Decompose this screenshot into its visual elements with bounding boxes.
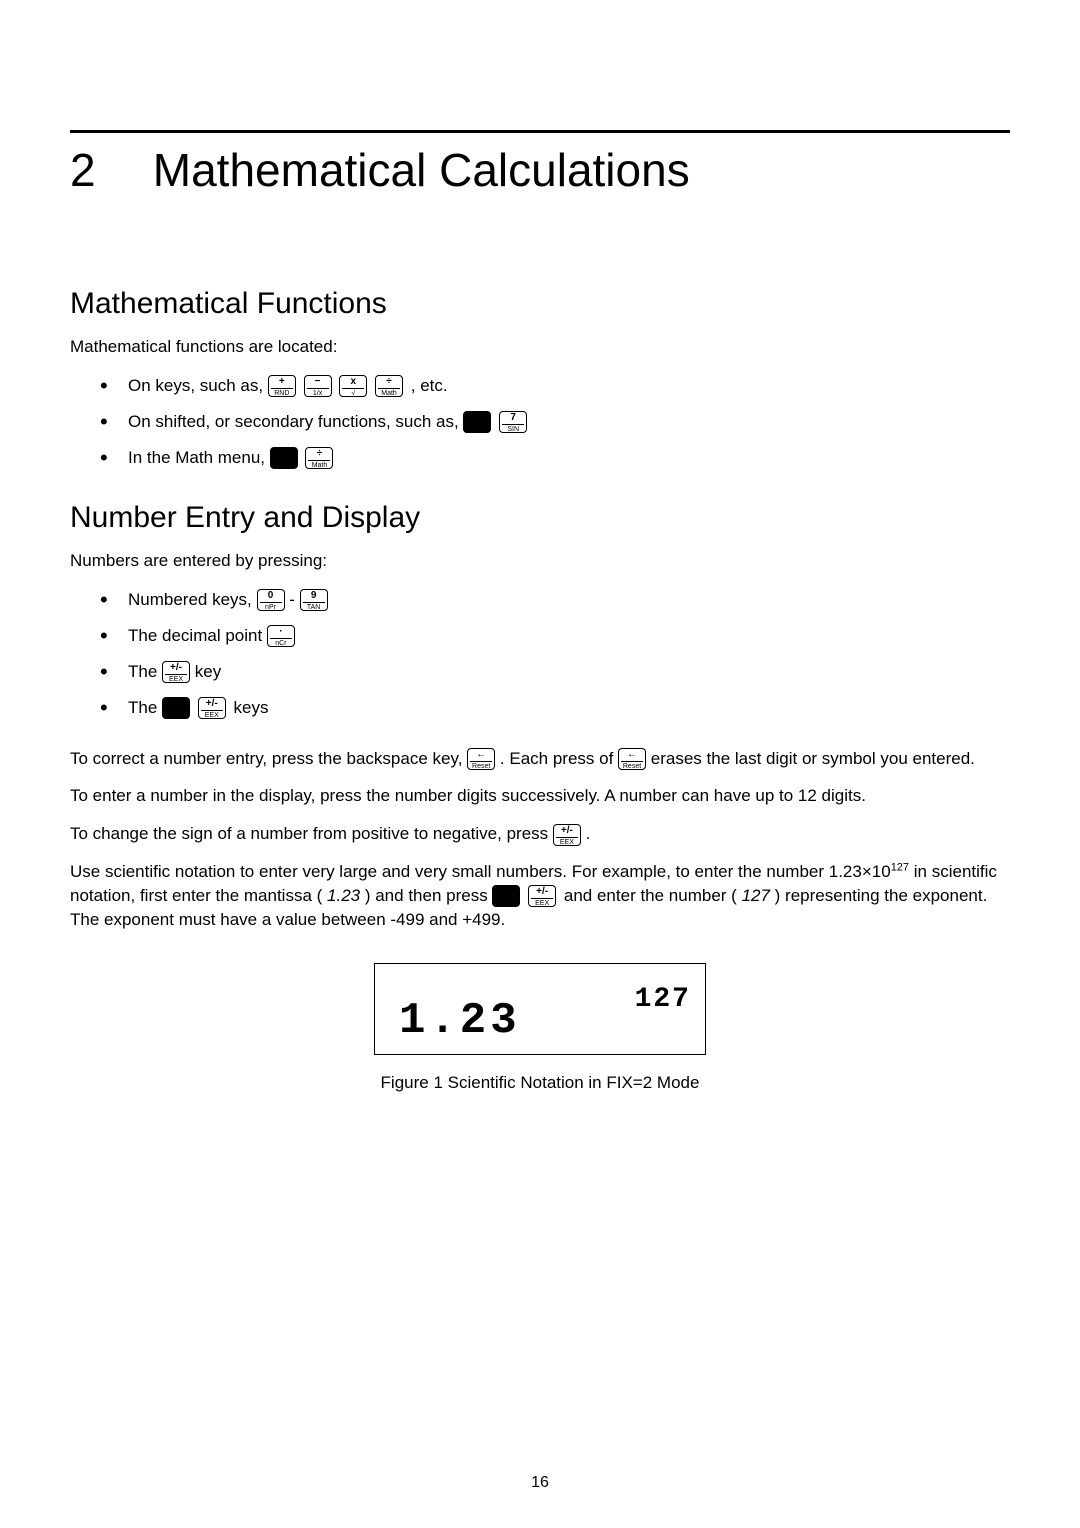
list-item: On keys, such as, +RND −1/x x√ ÷Math , e… [100, 373, 1010, 399]
lcd-exponent: 127 [635, 984, 691, 1015]
top-rule [70, 130, 1010, 133]
key-eex: +/-EEX [528, 885, 556, 907]
list-item: Numbered keys, 0nPr - 9TAN [100, 587, 1010, 613]
paragraph-scientific: Use scientific notation to enter very la… [70, 860, 1010, 931]
list-item: The +/-EEX key [100, 659, 1010, 685]
key-shift [270, 447, 298, 469]
key-nine: 9TAN [300, 589, 328, 611]
section2-intro: Numbers are entered by pressing: [70, 549, 1010, 573]
key-div-math: ÷Math [305, 447, 333, 469]
section1-intro: Mathematical functions are located: [70, 335, 1010, 359]
chapter-heading: 2 Mathematical Calculations [70, 143, 1010, 197]
key-minus: −1/x [304, 375, 332, 397]
key-backspace: ←Reset [618, 748, 646, 770]
list-number-entry: Numbered keys, 0nPr - 9TAN The decimal p… [70, 587, 1010, 721]
key-shift [492, 885, 520, 907]
key-zero: 0nPr [257, 589, 285, 611]
list-math-functions: On keys, such as, +RND −1/x x√ ÷Math , e… [70, 373, 1010, 471]
key-decimal: ·nCr [267, 625, 295, 647]
key-plus-minus: +/-EEX [162, 661, 190, 683]
lcd-display: 1.23 127 [374, 963, 706, 1055]
lcd-mantissa: 1.23 [399, 996, 521, 1046]
key-backspace: ←Reset [467, 748, 495, 770]
sci-number: 1.23×10127 [829, 862, 914, 881]
paragraph-sign: To change the sign of a number from posi… [70, 822, 1010, 846]
section-math-functions: Mathematical Functions [70, 287, 1010, 321]
key-plus-minus: +/-EEX [553, 824, 581, 846]
list-item: The +/-EEX keys [100, 695, 1010, 721]
chapter-title: Mathematical Calculations [153, 144, 690, 196]
key-shift [162, 697, 190, 719]
key-divide: ÷Math [375, 375, 403, 397]
figure-caption: Figure 1 Scientific Notation in FIX=2 Mo… [70, 1073, 1010, 1093]
key-shift [463, 411, 491, 433]
key-seven-sin: 7SIN [499, 411, 527, 433]
key-plus: +RND [268, 375, 296, 397]
section-number-entry: Number Entry and Display [70, 501, 1010, 535]
paragraph-backspace: To correct a number entry, press the bac… [70, 747, 1010, 771]
list-item: In the Math menu, ÷Math [100, 445, 1010, 471]
paragraph-digits: To enter a number in the display, press … [70, 784, 1010, 808]
key-multiply: x√ [339, 375, 367, 397]
page-number: 16 [0, 1474, 1080, 1492]
list-item: On shifted, or secondary functions, such… [100, 409, 1010, 435]
key-eex: +/-EEX [198, 697, 226, 719]
chapter-number: 2 [70, 143, 140, 197]
list-item: The decimal point ·nCr [100, 623, 1010, 649]
